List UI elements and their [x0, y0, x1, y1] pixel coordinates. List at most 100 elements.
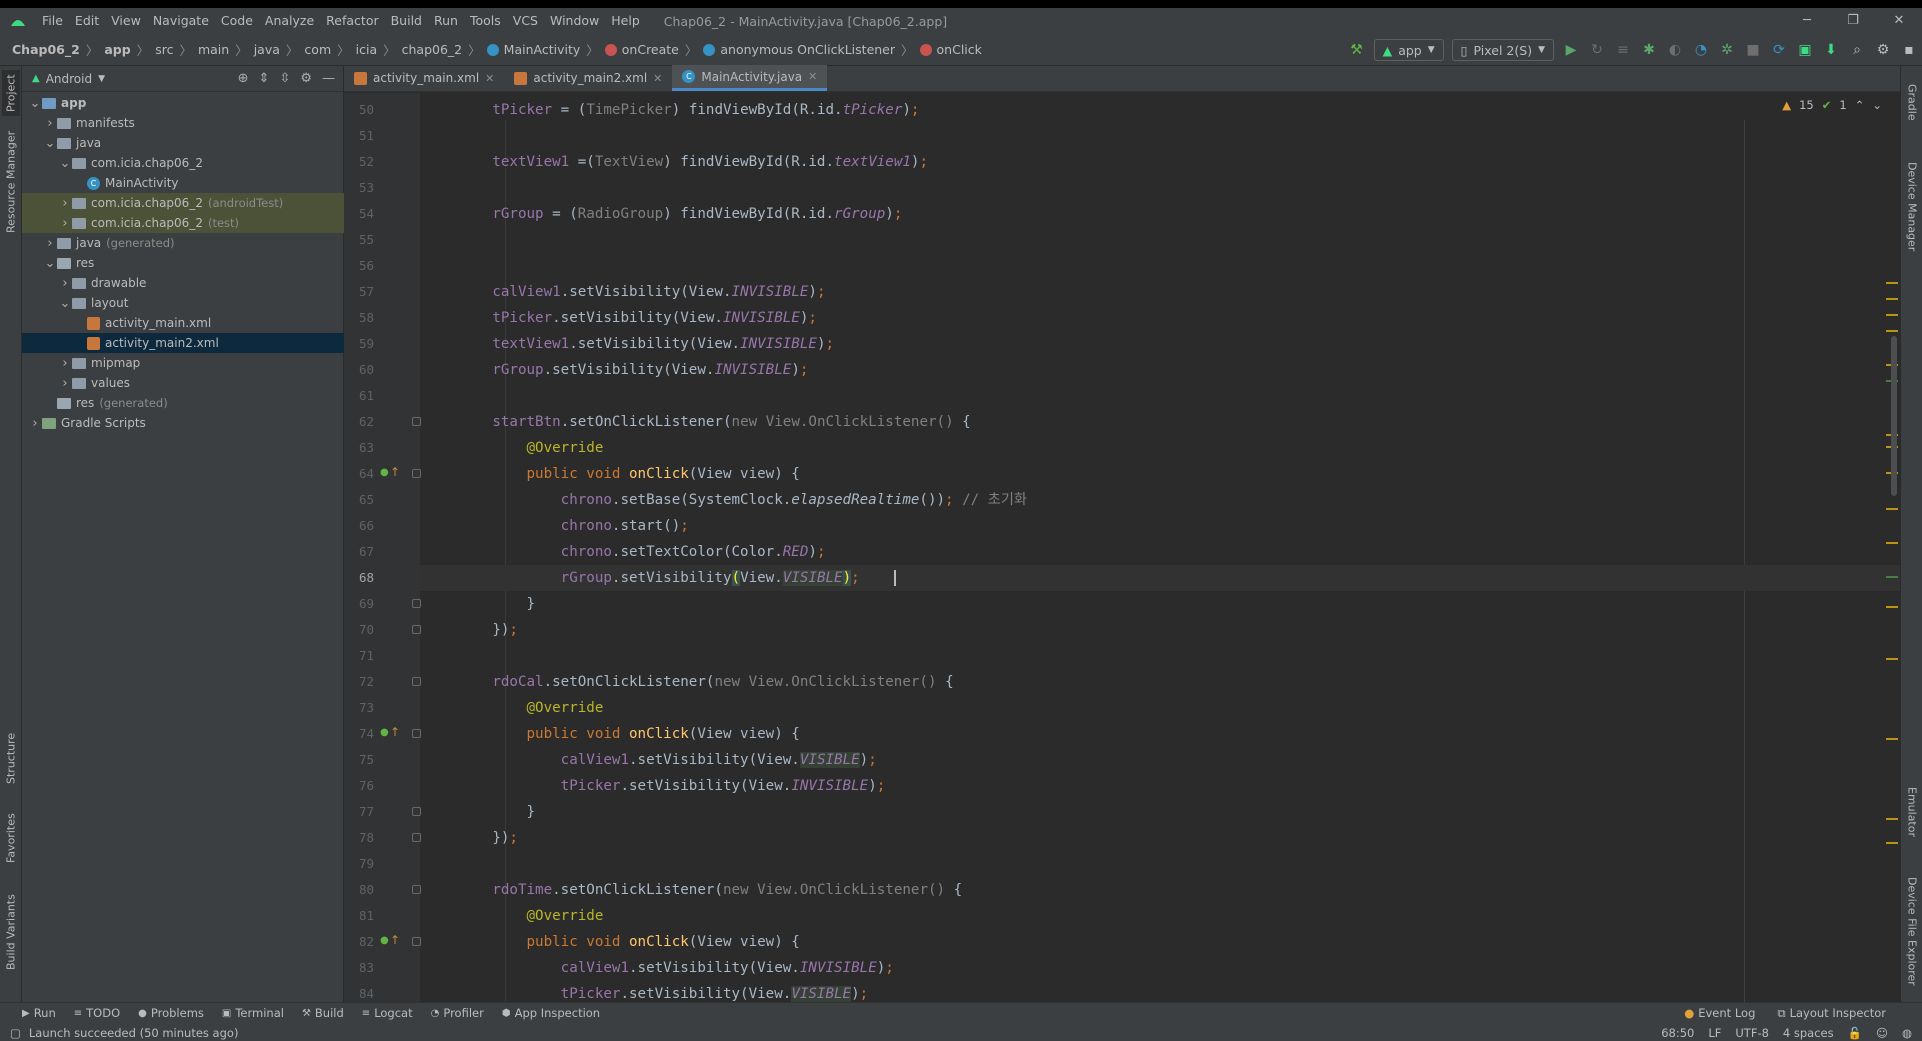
breadcrumb-item[interactable]: MainActivity: [486, 42, 580, 57]
tree-item[interactable]: › java (generated): [22, 233, 344, 253]
breadcrumb-item[interactable]: Chap06_2: [12, 42, 80, 57]
line-separator[interactable]: LF: [1708, 1026, 1721, 1040]
expand-arrow-icon[interactable]: ›: [58, 276, 72, 291]
stop-icon[interactable]: ■: [1740, 37, 1766, 63]
expand-arrow-icon[interactable]: ›: [58, 216, 72, 231]
code-line[interactable]: });: [420, 825, 1900, 851]
menu-build[interactable]: Build: [385, 8, 428, 34]
menu-vcs[interactable]: VCS: [507, 8, 544, 34]
code-line[interactable]: @Override: [420, 435, 1900, 461]
code-line[interactable]: public void onClick(View view) {: [420, 461, 1900, 487]
code-line[interactable]: [420, 227, 1900, 253]
code-line[interactable]: textView1.setVisibility(View.INVISIBLE);: [420, 331, 1900, 357]
menu-help[interactable]: Help: [605, 8, 646, 34]
device-file-explorer-tool-tab[interactable]: Device File Explorer: [1903, 866, 1921, 996]
menu-refactor[interactable]: Refactor: [320, 8, 384, 34]
code-line[interactable]: [420, 253, 1900, 279]
device-manager-icon[interactable]: ▣: [1792, 37, 1818, 63]
memory-icon[interactable]: ◍: [1902, 1026, 1912, 1040]
code-line[interactable]: [420, 383, 1900, 409]
code-line[interactable]: tPicker = (TimePicker) findViewById(R.id…: [420, 97, 1900, 123]
menu-analyze[interactable]: Analyze: [259, 8, 320, 34]
device-select[interactable]: ▯ Pixel 2(S) ▼: [1451, 39, 1554, 61]
breadcrumb-item[interactable]: com: [304, 42, 331, 57]
error-stripe-mark[interactable]: [1886, 282, 1898, 284]
tree-item[interactable]: › com.icia.chap06_2 (test): [22, 213, 344, 233]
code-line[interactable]: rdoTime.setOnClickListener(new View.OnCl…: [420, 877, 1900, 903]
resource-manager-tool-tab[interactable]: Resource Manager: [2, 122, 20, 242]
coverage-icon[interactable]: ◐: [1662, 37, 1688, 63]
project-tool-tab[interactable]: Project: [2, 70, 20, 116]
expand-all-icon[interactable]: ⇕: [259, 71, 270, 86]
expand-arrow-icon[interactable]: ›: [43, 236, 57, 251]
expand-arrow-icon[interactable]: ⌄: [43, 256, 57, 271]
indent-setting[interactable]: 4 spaces: [1783, 1026, 1834, 1040]
code-line[interactable]: tPicker.setVisibility(View.INVISIBLE);: [420, 305, 1900, 331]
close-button[interactable]: ✕: [1876, 8, 1922, 34]
locate-icon[interactable]: ⊕: [238, 71, 249, 86]
breadcrumb-item[interactable]: onCreate: [604, 42, 679, 57]
code-line[interactable]: @Override: [420, 695, 1900, 721]
apply-changes-icon[interactable]: ↻: [1584, 37, 1610, 63]
menu-view[interactable]: View: [105, 8, 147, 34]
code-line[interactable]: }: [420, 591, 1900, 617]
next-highlight-icon[interactable]: ⌄: [1872, 98, 1882, 112]
expand-arrow-icon[interactable]: ›: [28, 416, 42, 431]
close-tab-icon[interactable]: ✕: [485, 72, 494, 85]
code-line[interactable]: calView1.setVisibility(View.VISIBLE);: [420, 747, 1900, 773]
project-view-select[interactable]: Android: [46, 72, 92, 86]
code-line[interactable]: chrono.setBase(SystemClock.elapsedRealti…: [420, 487, 1900, 513]
code-line[interactable]: [420, 851, 1900, 877]
tree-item[interactable]: ⌄ com.icia.chap06_2: [22, 153, 344, 173]
tree-item[interactable]: activity_main.xml: [22, 313, 344, 333]
code-line[interactable]: });: [420, 617, 1900, 643]
tree-item[interactable]: res (generated): [22, 393, 344, 413]
code-line[interactable]: rGroup = (RadioGroup) findViewById(R.id.…: [420, 201, 1900, 227]
error-stripe-mark[interactable]: [1886, 606, 1898, 608]
gradle-tool-tab[interactable]: Gradle: [1903, 72, 1921, 132]
breadcrumb-item[interactable]: anonymous OnClickListener: [703, 42, 895, 57]
search-icon[interactable]: ⌕: [1844, 37, 1870, 63]
error-stripe-mark[interactable]: [1886, 738, 1898, 740]
tool-window-build[interactable]: ⚒ Build: [302, 1006, 344, 1020]
error-stripe-mark[interactable]: [1886, 508, 1898, 510]
error-stripe-mark[interactable]: [1886, 330, 1898, 332]
code-line[interactable]: rdoCal.setOnClickListener(new View.OnCli…: [420, 669, 1900, 695]
tool-window-app-inspection[interactable]: ⬢ App Inspection: [502, 1006, 600, 1020]
run-icon[interactable]: ▶: [1558, 37, 1584, 63]
code-line[interactable]: @Override: [420, 903, 1900, 929]
code-area[interactable]: tPicker = (TimePicker) findViewById(R.id…: [420, 93, 1900, 1002]
smiley-icon[interactable]: ☺: [1876, 1026, 1888, 1040]
menu-run[interactable]: Run: [428, 8, 464, 34]
code-line[interactable]: calView1.setVisibility(View.INVISIBLE);: [420, 279, 1900, 305]
expand-arrow-icon[interactable]: ›: [58, 196, 72, 211]
error-stripe-mark[interactable]: [1886, 818, 1898, 820]
code-line[interactable]: chrono.setTextColor(Color.RED);: [420, 539, 1900, 565]
code-line[interactable]: [420, 175, 1900, 201]
error-stripe-mark[interactable]: [1886, 314, 1898, 316]
breadcrumb-item[interactable]: chap06_2: [402, 42, 463, 57]
profile-icon[interactable]: ◔: [1688, 37, 1714, 63]
emulator-tool-tab[interactable]: Emulator: [1903, 776, 1921, 848]
tool-window-run[interactable]: ▶ Run: [22, 1006, 56, 1020]
editor-tab[interactable]: C MainActivity.java ✕: [672, 65, 828, 91]
make-project-hammer-icon[interactable]: ⚒: [1344, 37, 1370, 63]
tree-item[interactable]: ⌄ java: [22, 133, 344, 153]
caret-position[interactable]: 68:50: [1661, 1026, 1694, 1040]
tool-window-logcat[interactable]: ≡ Logcat: [362, 1006, 413, 1020]
tree-item[interactable]: › mipmap: [22, 353, 344, 373]
event-log-tool-button[interactable]: ● Event Log: [1684, 1006, 1755, 1020]
status-square-icon[interactable]: ▢: [10, 1026, 21, 1040]
tree-item[interactable]: › manifests: [22, 113, 344, 133]
attach-debugger-icon[interactable]: ✲: [1714, 37, 1740, 63]
error-stripe-mark[interactable]: [1886, 842, 1898, 844]
editor-tab[interactable]: activity_main.xml ✕: [344, 65, 504, 91]
tree-item[interactable]: ⌄ res: [22, 253, 344, 273]
code-line[interactable]: }: [420, 799, 1900, 825]
restore-button[interactable]: ❐: [1830, 8, 1876, 34]
error-stripe-mark[interactable]: [1886, 658, 1898, 660]
settings-gear-icon[interactable]: ⚙: [1870, 37, 1896, 63]
debug-icon[interactable]: ✱: [1636, 37, 1662, 63]
tool-window-terminal[interactable]: ▣ Terminal: [222, 1006, 284, 1020]
menu-code[interactable]: Code: [215, 8, 259, 34]
